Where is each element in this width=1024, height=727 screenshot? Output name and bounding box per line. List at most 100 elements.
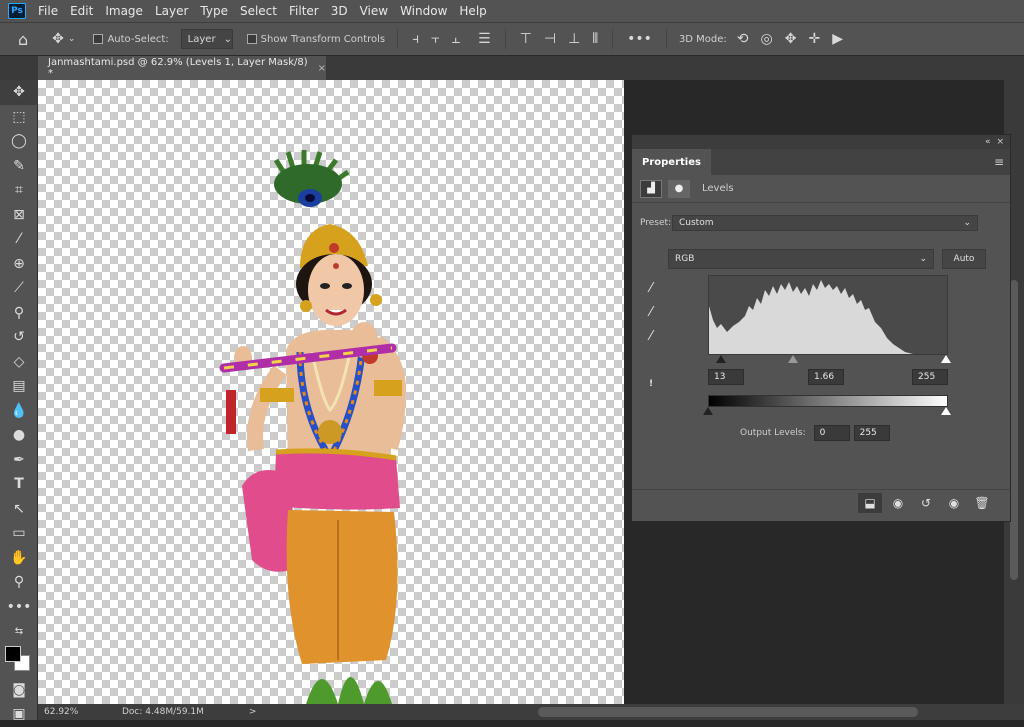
- panel-header: « ×: [632, 135, 1010, 149]
- menu-filter[interactable]: Filter: [283, 0, 325, 22]
- horizontal-scrollbar[interactable]: [538, 707, 918, 717]
- tab-properties[interactable]: Properties: [632, 149, 711, 175]
- screen-mode-icon[interactable]: ▣: [0, 702, 38, 727]
- edit-toolbar-icon[interactable]: •••: [0, 595, 38, 620]
- peacock-feather: [273, 150, 350, 207]
- show-transform-checkbox[interactable]: Show Transform Controls: [243, 34, 389, 45]
- panel-menu-icon[interactable]: ≡: [994, 155, 1004, 169]
- document-canvas[interactable]: [38, 80, 624, 704]
- healing-brush-tool-icon[interactable]: ⊕: [0, 252, 38, 277]
- white-input-handle[interactable]: [941, 355, 951, 363]
- menu-window[interactable]: Window: [394, 0, 453, 22]
- quick-mask-icon[interactable]: ◙: [0, 678, 38, 703]
- 3d-roll-icon[interactable]: ◎: [755, 31, 779, 47]
- output-slider[interactable]: [703, 407, 951, 415]
- dodge-tool-icon[interactable]: ●: [0, 423, 38, 448]
- levels-histogram-icon[interactable]: ▟: [640, 179, 662, 198]
- input-black-field[interactable]: 13: [708, 369, 744, 385]
- 3d-slide-icon[interactable]: ✛: [802, 31, 826, 47]
- align-center-icon[interactable]: ⫟: [425, 31, 445, 47]
- align-top-icon[interactable]: ⊤: [514, 31, 538, 47]
- rectangle-tool-icon[interactable]: ▭: [0, 521, 38, 546]
- layer-mask-icon[interactable]: ●: [668, 179, 690, 198]
- status-arrow-icon[interactable]: >: [249, 707, 257, 717]
- document-tab[interactable]: Janmashtami.psd @ 62.9% (Levels 1, Layer…: [38, 56, 326, 80]
- menu-select[interactable]: Select: [234, 0, 283, 22]
- output-levels-row: Output Levels: 0 255: [740, 425, 890, 441]
- auto-select-dropdown[interactable]: Layer ⌄: [180, 29, 233, 49]
- menu-help[interactable]: Help: [453, 0, 492, 22]
- menu-edit[interactable]: Edit: [64, 0, 99, 22]
- reset-icon[interactable]: ↺: [914, 493, 938, 513]
- dhoti: [286, 510, 398, 664]
- clipping-warning-icon[interactable]: !: [642, 375, 660, 393]
- white-output-handle[interactable]: [941, 407, 951, 415]
- delete-icon[interactable]: 🗑: [970, 493, 994, 513]
- swap-colors-icon[interactable]: ⇆: [0, 619, 38, 644]
- gray-point-eyedropper-icon[interactable]: ⁄: [642, 303, 660, 321]
- distribute-vertical-icon[interactable]: ⫴: [586, 31, 604, 47]
- align-right-icon[interactable]: ⫠: [446, 31, 466, 47]
- 3d-scale-icon[interactable]: ▶: [826, 31, 849, 47]
- auto-select-checkbox[interactable]: Auto-Select:: [89, 34, 172, 45]
- menu-layer[interactable]: Layer: [149, 0, 194, 22]
- zoom-level[interactable]: 62.92%: [44, 707, 84, 717]
- hand-tool-icon[interactable]: ✋: [0, 546, 38, 571]
- output-white-field[interactable]: 255: [853, 425, 890, 441]
- more-options-icon[interactable]: •••: [621, 31, 658, 47]
- pen-tool-icon[interactable]: ✒: [0, 448, 38, 473]
- zoom-tool-icon[interactable]: ⚲: [0, 570, 38, 595]
- properties-panel: « × Properties ≡ ▟ ● Levels Preset: Cust…: [631, 134, 1011, 522]
- subject-image: [219, 150, 407, 704]
- foreground-color-swatch[interactable]: [5, 645, 21, 662]
- menu-type[interactable]: Type: [194, 0, 234, 22]
- input-slider[interactable]: [708, 355, 951, 363]
- view-previous-icon[interactable]: ◉: [886, 493, 910, 513]
- 3d-pan-icon[interactable]: ✥: [779, 31, 803, 47]
- distribute-icon[interactable]: ☰: [472, 31, 497, 47]
- menu-file[interactable]: File: [32, 0, 64, 22]
- menu-3d[interactable]: 3D: [325, 0, 354, 22]
- preset-dropdown[interactable]: Custom ⌄: [672, 215, 978, 231]
- close-tab-icon[interactable]: ×: [318, 63, 326, 74]
- output-black-field[interactable]: 0: [813, 425, 850, 441]
- type-tool-icon[interactable]: T: [0, 472, 38, 497]
- chevron-down-icon: ⌄: [919, 254, 927, 264]
- visibility-eye-icon[interactable]: ◉: [942, 493, 966, 513]
- lasso-tool-icon[interactable]: ◯: [0, 129, 38, 154]
- black-output-handle[interactable]: [703, 407, 713, 415]
- menu-view[interactable]: View: [354, 0, 394, 22]
- clip-to-layer-icon[interactable]: ⬓: [858, 493, 882, 513]
- collapse-panel-icon[interactable]: «: [985, 137, 991, 147]
- frame-tool-icon[interactable]: ⊠: [0, 203, 38, 228]
- black-point-eyedropper-icon[interactable]: ⁄: [642, 279, 660, 297]
- gamma-input-handle[interactable]: [788, 355, 798, 363]
- close-panel-icon[interactable]: ×: [996, 137, 1004, 147]
- home-icon[interactable]: ⌂: [12, 30, 34, 49]
- move-tool-icon[interactable]: ✥: [0, 80, 38, 105]
- path-select-tool-icon[interactable]: ↖: [0, 497, 38, 522]
- blur-tool-icon[interactable]: 💧: [0, 399, 38, 424]
- marquee-tool-icon[interactable]: ⬚: [0, 105, 38, 130]
- input-white-field[interactable]: 255: [912, 369, 948, 385]
- align-middle-icon[interactable]: ⊣: [538, 31, 562, 47]
- clone-stamp-tool-icon[interactable]: ⚲: [0, 301, 38, 326]
- eraser-tool-icon[interactable]: ◇: [0, 350, 38, 375]
- menu-image[interactable]: Image: [99, 0, 149, 22]
- crop-tool-icon[interactable]: ⌗: [0, 178, 38, 203]
- white-point-eyedropper-icon[interactable]: ⁄: [642, 327, 660, 345]
- brush-tool-icon[interactable]: ⟋: [0, 276, 38, 301]
- color-swatches[interactable]: [0, 644, 38, 678]
- history-brush-tool-icon[interactable]: ↺: [0, 325, 38, 350]
- align-left-icon[interactable]: ⫞: [406, 31, 425, 47]
- quick-select-tool-icon[interactable]: ✎: [0, 154, 38, 179]
- 3d-orbit-icon[interactable]: ⟲: [731, 31, 755, 47]
- gradient-tool-icon[interactable]: ▤: [0, 374, 38, 399]
- auto-button[interactable]: Auto: [942, 249, 986, 269]
- input-gamma-field[interactable]: 1.66: [808, 369, 844, 385]
- align-bottom-icon[interactable]: ⊥: [562, 31, 586, 47]
- eyedropper-tool-icon[interactable]: ⁄: [0, 227, 38, 252]
- channel-dropdown[interactable]: RGB ⌄: [668, 249, 934, 269]
- black-input-handle[interactable]: [716, 355, 726, 363]
- move-tool-preset-icon[interactable]: ✥ ⌄: [46, 31, 81, 47]
